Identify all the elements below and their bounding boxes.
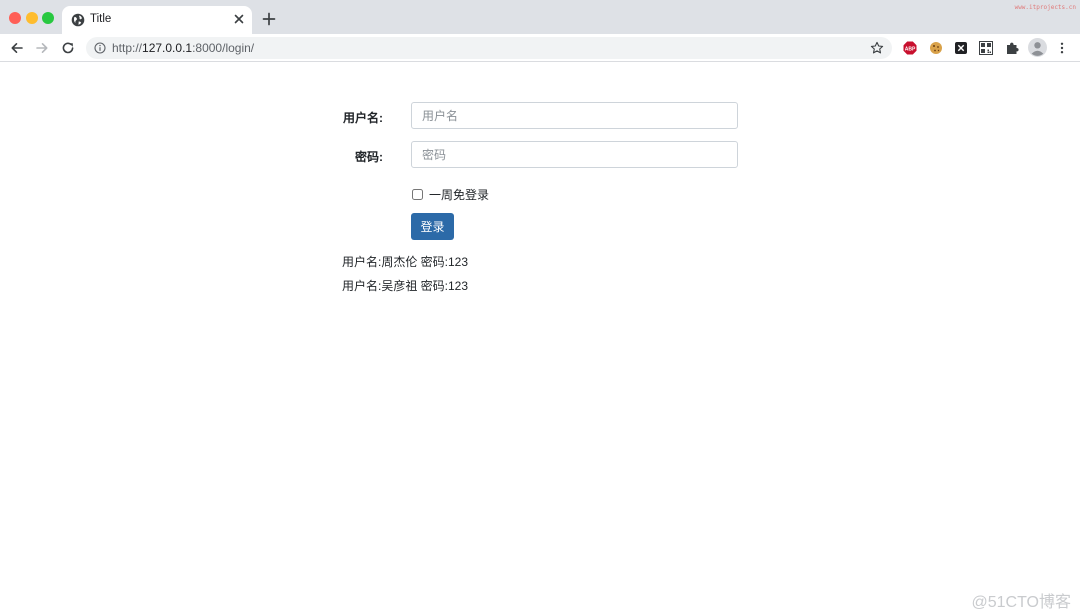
svg-text:ABP: ABP bbox=[905, 46, 916, 52]
url-scheme: http:// bbox=[112, 41, 143, 55]
address-bar[interactable]: http://127.0.0.1:8000/login/ bbox=[86, 37, 892, 59]
adblock-plus-icon[interactable]: ABP bbox=[903, 41, 917, 55]
address-url: http://127.0.0.1:8000/login/ bbox=[112, 41, 254, 55]
globe-icon bbox=[71, 13, 85, 27]
password-label: 密码: bbox=[355, 150, 383, 164]
close-icon[interactable] bbox=[232, 12, 246, 26]
url-host: 127.0.0.1 bbox=[142, 41, 193, 55]
username-input[interactable] bbox=[411, 102, 738, 129]
reload-icon[interactable] bbox=[60, 40, 76, 56]
window-zoom-button[interactable] bbox=[42, 12, 54, 24]
forward-arrow-icon[interactable] bbox=[34, 40, 50, 56]
username-label: 用户名: bbox=[343, 111, 383, 125]
profile-avatar-icon[interactable] bbox=[1028, 38, 1047, 57]
puzzle-extensions-icon[interactable] bbox=[1005, 41, 1019, 55]
site-watermark: @51CTO博客 bbox=[971, 594, 1071, 611]
qr-code-icon[interactable] bbox=[979, 41, 993, 55]
browser-toolbar: http://127.0.0.1:8000/login/ ABP bbox=[0, 34, 1080, 62]
more-menu-icon[interactable] bbox=[1055, 41, 1069, 55]
browser-tab-strip: Title www.itprojects.cn bbox=[0, 0, 1080, 34]
remember-me-row: 一周免登录 bbox=[411, 186, 489, 202]
x-extension-icon[interactable] bbox=[954, 41, 968, 55]
account-hint-line: 用户名:吴彦祖 密码:123 bbox=[342, 279, 469, 293]
new-tab-plus-icon[interactable] bbox=[262, 12, 276, 26]
back-arrow-icon[interactable] bbox=[9, 40, 25, 56]
bookmark-star-icon[interactable] bbox=[870, 41, 884, 55]
site-info-icon[interactable] bbox=[94, 42, 106, 54]
remember-me-label[interactable]: 一周免登录 bbox=[429, 186, 489, 203]
corner-watermark: www.itprojects.cn bbox=[1014, 4, 1076, 11]
password-input[interactable] bbox=[411, 141, 738, 168]
tab-title: Title bbox=[90, 13, 112, 25]
window-minimize-button[interactable] bbox=[26, 12, 38, 24]
login-button[interactable]: 登录 bbox=[411, 213, 454, 240]
cookie-icon[interactable] bbox=[929, 41, 943, 55]
remember-me-checkbox[interactable] bbox=[412, 188, 423, 200]
browser-tab-active[interactable]: Title bbox=[62, 6, 252, 34]
window-close-button[interactable] bbox=[9, 12, 21, 24]
url-path: :8000/login/ bbox=[192, 41, 255, 55]
account-hint-line: 用户名:周杰伦 密码:123 bbox=[342, 255, 469, 269]
